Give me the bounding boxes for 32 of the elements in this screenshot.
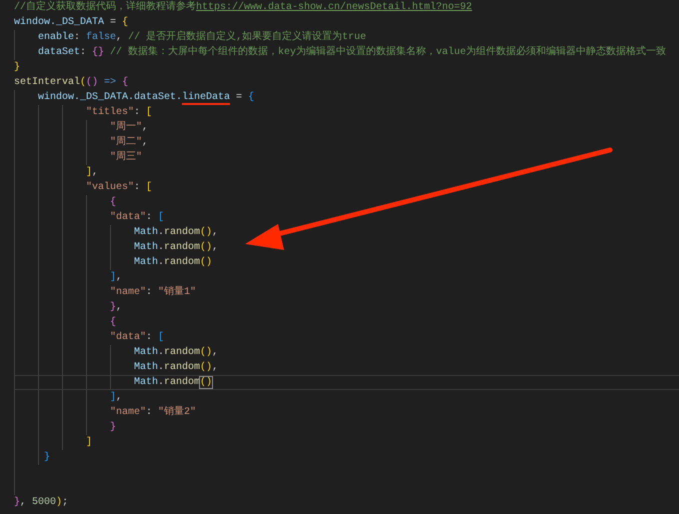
code-line: "周二",	[110, 136, 148, 149]
code-line: },	[110, 301, 122, 314]
code-line: }, 5000);	[14, 496, 68, 509]
code-line: "name": "销量1"	[110, 286, 196, 299]
code-line: }	[14, 61, 20, 74]
code-line: Math.random(),	[134, 226, 218, 239]
code-line: }	[44, 451, 50, 464]
code-line: Math.random(),	[134, 241, 218, 254]
code-line: window._DS_DATA = {	[14, 16, 128, 29]
code-line: "values": [	[86, 181, 152, 194]
code-line: Math.random(),	[134, 346, 218, 359]
code-line: Math.random()	[134, 256, 212, 269]
code-line: ],	[110, 391, 122, 404]
code-line: "周一",	[110, 121, 148, 134]
code-line: Math.random()	[134, 376, 212, 389]
code-line: "周三"	[110, 151, 142, 164]
code-line: {	[110, 196, 116, 209]
code-line: "titles": [	[86, 106, 152, 119]
code-line: "data": [	[110, 211, 164, 224]
code-line: "name": "销量2"	[110, 406, 196, 419]
code-line: ],	[86, 166, 98, 179]
code-line: }	[110, 421, 116, 434]
code-line: "data": [	[110, 331, 164, 344]
code-line: //自定义获取数据代码，详细教程请参考https://www.data-show.cn/newsDetail.html?no=92	[14, 1, 472, 14]
code-line: ]	[86, 436, 92, 449]
code-line: dataSet: {} // 数据集：大屏中每个组件的数据，key为编辑器中设置的数据集名称，value为组件数据必须和编辑器中静态数据格式一致	[38, 46, 666, 59]
code-line: enable: false, // 是否开启数据自定义,如果要自定义请设置为true	[38, 31, 366, 44]
code-line: Math.random(),	[134, 361, 218, 374]
code-line: {	[110, 316, 116, 329]
code-line: setInterval(() => {	[14, 76, 128, 89]
code-line: ],	[110, 271, 122, 284]
code-line: window._DS_DATA.dataSet.lineData = {	[38, 91, 254, 104]
